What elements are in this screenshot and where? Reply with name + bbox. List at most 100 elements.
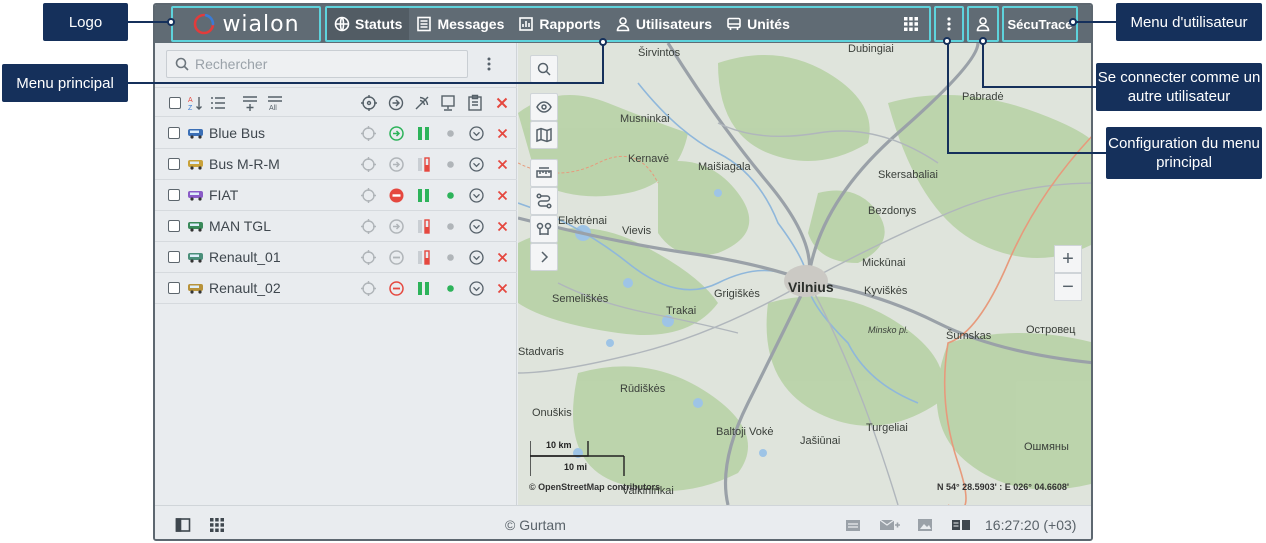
locate-unit-button[interactable]	[360, 125, 377, 142]
remove-all-button[interactable]	[493, 94, 511, 112]
motion-state-icon[interactable]	[388, 218, 405, 235]
map-layers-button[interactable]	[530, 121, 558, 149]
col-sensor-icon[interactable]	[439, 94, 457, 112]
callout-main-menu: Menu principal	[2, 64, 128, 102]
nav-item-unites[interactable]: Unités	[719, 8, 797, 40]
nav-item-messages[interactable]: Messages	[409, 8, 511, 40]
unit-menu-button[interactable]	[468, 156, 485, 173]
unit-name[interactable]: Blue Bus	[209, 125, 265, 141]
sensor-state-icon[interactable]	[415, 249, 432, 266]
user-menu[interactable]: SécuTrace	[1002, 6, 1078, 42]
unit-name[interactable]: FIAT	[209, 187, 238, 203]
unit-row[interactable]: Renault_01	[155, 242, 517, 273]
col-motion-icon[interactable]	[387, 94, 405, 112]
zoom-out-button[interactable]: −	[1054, 273, 1082, 301]
search-icon	[175, 57, 189, 71]
svg-text:A: A	[188, 97, 193, 104]
select-all-checkbox[interactable]	[166, 94, 184, 112]
remove-unit-button[interactable]	[494, 249, 511, 266]
zoom-in-button[interactable]: +	[1054, 245, 1082, 273]
col-connection-icon[interactable]	[413, 94, 431, 112]
unit-checkbox[interactable]	[168, 127, 180, 139]
add-all-button[interactable]: All	[266, 94, 284, 112]
address-button[interactable]	[530, 215, 558, 243]
apps-grid-button[interactable]	[893, 8, 929, 40]
unit-menu-button[interactable]	[468, 280, 485, 297]
unit-name[interactable]: Bus M-R-M	[209, 156, 280, 172]
unit-row[interactable]: MAN TGL	[155, 211, 517, 242]
layout-button[interactable]	[951, 517, 971, 533]
unit-name[interactable]: Renault_02	[209, 280, 281, 296]
images-button[interactable]	[917, 517, 933, 533]
notifications-button[interactable]	[845, 517, 861, 533]
unit-checkbox[interactable]	[168, 251, 180, 263]
unit-name[interactable]: MAN TGL	[209, 218, 271, 234]
map-attribution[interactable]: © OpenStreetMap contributors	[529, 482, 660, 492]
unit-checkbox[interactable]	[168, 158, 180, 170]
leader-dot-menu-config	[943, 37, 951, 45]
sort-az-button[interactable]: AZ	[187, 94, 205, 112]
locate-unit-button[interactable]	[360, 156, 377, 173]
unit-row[interactable]: Blue Bus	[155, 118, 517, 149]
col-locate-icon[interactable]	[360, 94, 378, 112]
status-bar: © Gurtam 16:27:20 (+03)	[155, 505, 1091, 539]
unit-checkbox[interactable]	[168, 220, 180, 232]
unit-checkbox[interactable]	[168, 282, 180, 294]
sensor-state-icon[interactable]	[415, 280, 432, 297]
toggle-panel-button[interactable]	[175, 517, 191, 533]
map-label: Jašiūnai	[800, 435, 841, 447]
messages-button[interactable]	[879, 517, 901, 533]
list-view-button[interactable]	[209, 94, 227, 112]
panel-options-button[interactable]	[482, 55, 496, 73]
route-button[interactable]	[530, 187, 558, 215]
nav-item-rapports[interactable]: Rapports	[511, 8, 607, 40]
remove-unit-button[interactable]	[494, 187, 511, 204]
map-label: Vievis	[622, 225, 652, 237]
motion-state-icon[interactable]	[388, 187, 405, 204]
nav-item-statuts[interactable]: Statuts	[327, 8, 410, 40]
remove-unit-button[interactable]	[494, 218, 511, 235]
map-visibility-button[interactable]	[530, 93, 558, 121]
close-icon	[497, 190, 508, 201]
search-input[interactable]	[195, 56, 455, 72]
motion-state-icon[interactable]	[388, 125, 405, 142]
sensor-state-icon[interactable]	[415, 187, 432, 204]
unit-menu-button[interactable]	[468, 125, 485, 142]
unit-menu-button[interactable]	[468, 218, 485, 235]
vehicle-icon	[188, 191, 203, 201]
motion-state-icon[interactable]	[388, 249, 405, 266]
unit-checkbox[interactable]	[168, 189, 180, 201]
unit-name[interactable]: Renault_01	[209, 249, 281, 265]
map-search-button[interactable]	[530, 55, 558, 83]
locate-unit-button[interactable]	[360, 187, 377, 204]
leader-dot-login-as	[979, 37, 987, 45]
locate-unit-button[interactable]	[360, 249, 377, 266]
remove-unit-button[interactable]	[494, 125, 511, 142]
col-commands-icon[interactable]	[466, 94, 484, 112]
logo[interactable]: wialon	[171, 6, 321, 42]
sensor-state-icon[interactable]	[415, 125, 432, 142]
map-coordinates: N 54° 28.5903' : E 026° 04.6608'	[937, 482, 1070, 492]
remove-unit-button[interactable]	[494, 156, 511, 173]
unit-row[interactable]: Renault_02	[155, 273, 517, 304]
motion-state-icon[interactable]	[388, 156, 405, 173]
unit-row[interactable]: Bus M-R-M	[155, 149, 517, 180]
motion-state-icon[interactable]	[388, 280, 405, 297]
connection-dot-icon	[442, 249, 459, 266]
unit-menu-button[interactable]	[468, 249, 485, 266]
apps-button[interactable]	[209, 517, 225, 533]
locate-unit-button[interactable]	[360, 280, 377, 297]
map-view[interactable]: Širvintos Dubingiai Pabradė Musninkai Ke…	[518, 43, 1091, 505]
ruler-button[interactable]	[530, 159, 558, 187]
sensor-state-icon[interactable]	[415, 156, 432, 173]
unit-menu-button[interactable]	[468, 187, 485, 204]
unit-row[interactable]: FIAT	[155, 180, 517, 211]
nav-item-utilisateurs[interactable]: Utilisateurs	[608, 8, 719, 40]
remove-unit-button[interactable]	[494, 280, 511, 297]
expand-tools-button[interactable]	[530, 243, 558, 271]
locate-unit-button[interactable]	[360, 218, 377, 235]
add-to-list-button[interactable]	[241, 94, 259, 112]
sensor-state-icon[interactable]	[415, 218, 432, 235]
apps-grid-icon	[904, 17, 918, 31]
leader-main-menu-v	[602, 42, 604, 84]
